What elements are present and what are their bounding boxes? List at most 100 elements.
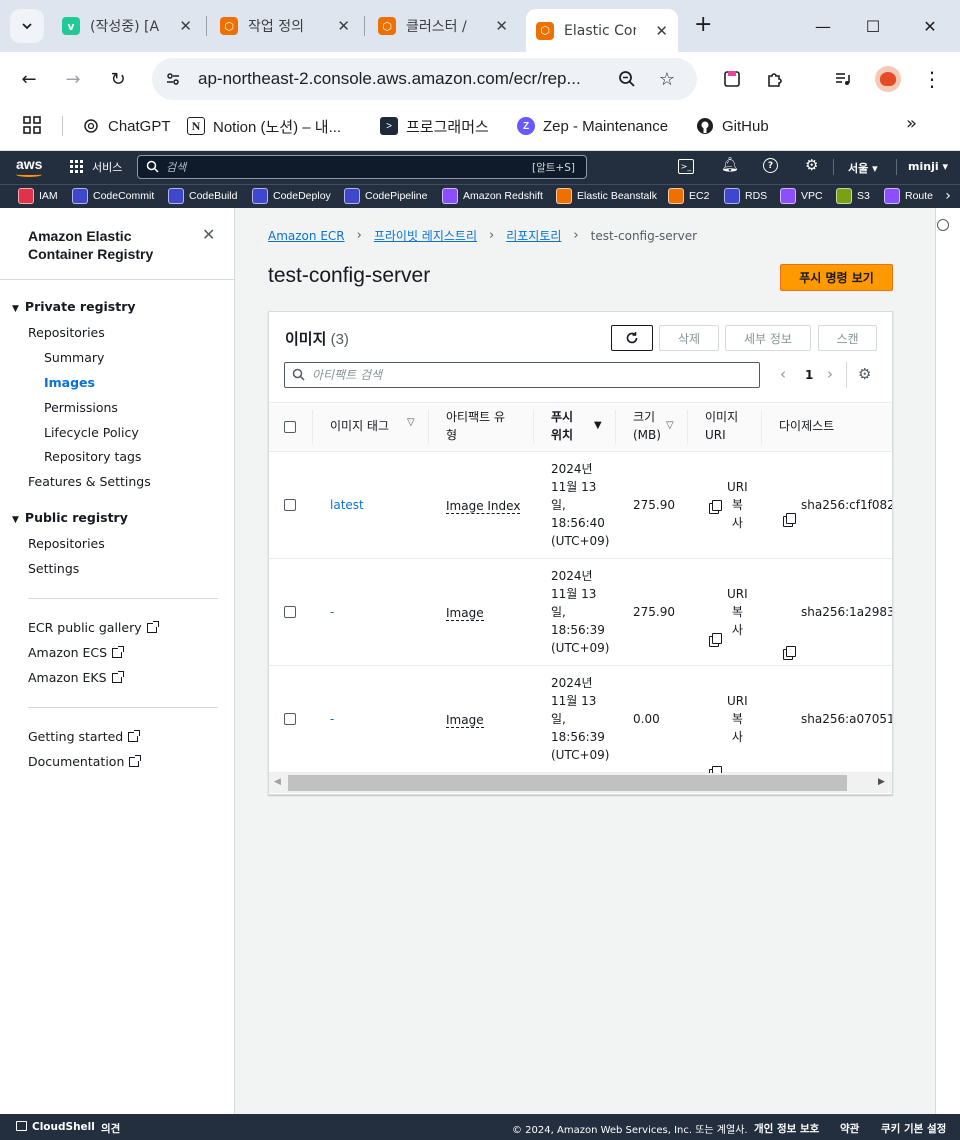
col-header-image-tag[interactable]: 이미지 태그 [330, 417, 389, 435]
scroll-right-icon[interactable]: › [936, 186, 960, 206]
more-bookmarks-button[interactable]: » [906, 113, 917, 134]
scroll-left-icon[interactable]: ◀ [274, 777, 281, 787]
col-header-pushed-at[interactable]: 푸시 위치 [551, 408, 573, 444]
account-menu[interactable]: minji ▾ [908, 160, 948, 173]
nav-permissions[interactable]: Permissions [44, 400, 118, 415]
row-checkbox[interactable] [284, 606, 296, 618]
cloudshell-icon[interactable]: >_ [678, 159, 694, 174]
apps-grid-icon[interactable] [22, 115, 44, 137]
table-settings-gear-icon[interactable]: ⚙ [858, 365, 871, 383]
nav-images[interactable]: Images [44, 375, 95, 390]
zoom-icon[interactable] [612, 64, 642, 94]
bell-icon[interactable]: 🔔︎ [721, 157, 739, 173]
copy-uri-button[interactable]: URI 복 사 [727, 478, 748, 532]
favorite-service-0[interactable]: IAM [18, 187, 58, 205]
bookmark-notion[interactable]: N Notion (노션) – 내... [187, 115, 341, 137]
footer-privacy[interactable]: 개인 정보 보호 [754, 1121, 819, 1136]
favorite-service-8[interactable]: RDS [724, 187, 767, 205]
refresh-button[interactable] [611, 325, 653, 351]
bookmark-programmers[interactable]: > 프로그래머스 [380, 115, 489, 137]
footer-cloudshell[interactable]: CloudShell [32, 1121, 95, 1133]
artifact-type-text[interactable]: Image Index [446, 499, 521, 514]
breadcrumb-private-registry[interactable]: 프라이빗 레지스트리 [374, 227, 477, 244]
favorite-service-10[interactable]: S3 [836, 187, 870, 205]
maximize-button[interactable]: ☐ [858, 14, 888, 38]
region-selector[interactable]: 서울 ▾ [848, 160, 878, 176]
nav-amazon-eks[interactable]: Amazon EKS [28, 670, 124, 685]
favorite-service-9[interactable]: VPC [780, 187, 823, 205]
nav-public-repositories[interactable]: Repositories [28, 536, 105, 551]
prev-page-button[interactable]: ‹ [780, 365, 786, 383]
bookmark-zep[interactable]: Z Zep - Maintenance [517, 115, 668, 137]
minimize-button[interactable]: — [808, 14, 838, 38]
favorite-service-1[interactable]: CodeCommit [72, 187, 154, 205]
browser-tab-3[interactable]: ⬡ 클러스터 / ✕ [368, 9, 518, 43]
delete-button[interactable]: 삭제 [659, 325, 719, 351]
nav-getting-started[interactable]: Getting started [28, 729, 141, 744]
aws-logo[interactable]: aws [16, 156, 42, 172]
new-tab-button[interactable]: + [694, 12, 712, 37]
copy-icon[interactable] [709, 633, 722, 647]
more-menu-icon[interactable]: ⋮ [917, 64, 947, 94]
help-icon[interactable]: ? [763, 158, 778, 173]
favorite-service-2[interactable]: CodeBuild [168, 187, 237, 205]
private-registry-toggle[interactable]: ▼ Private registry [12, 299, 136, 314]
col-header-artifact-type[interactable]: 아티팩트 유 형 [446, 408, 505, 444]
scrollbar-thumb[interactable] [288, 775, 847, 791]
footer-cookies[interactable]: 쿠키 기본 설정 [881, 1121, 946, 1136]
favorite-service-5[interactable]: Amazon Redshift [442, 187, 543, 205]
bookmark-star-icon[interactable]: ☆ [652, 64, 682, 94]
aws-search-input[interactable] [137, 155, 587, 179]
extension-icon[interactable] [717, 64, 747, 94]
footer-terms[interactable]: 약관 [840, 1121, 859, 1136]
services-menu-button[interactable]: 서비스 [70, 159, 122, 175]
nav-repository-tags[interactable]: Repository tags [44, 449, 141, 464]
nav-features-settings[interactable]: Features & Settings [28, 474, 151, 489]
favorite-service-7[interactable]: EC2 [668, 187, 709, 205]
select-all-checkbox[interactable] [284, 421, 296, 433]
view-push-commands-button[interactable]: 푸시 명령 보기 [780, 264, 893, 291]
scan-button[interactable]: 스캔 [818, 325, 877, 351]
gear-icon[interactable]: ⚙ [805, 156, 818, 174]
close-icon[interactable]: ✕ [655, 22, 668, 40]
profile-avatar[interactable] [875, 66, 901, 92]
footer-feedback[interactable]: 의견 [101, 1121, 120, 1136]
browser-tab-1[interactable]: v (작성중) [A ✕ [52, 9, 202, 43]
image-tag-link[interactable]: - [330, 710, 334, 728]
browser-tab-active[interactable]: ⬡ Elastic Con ✕ [526, 9, 678, 52]
close-nav-icon[interactable]: ✕ [202, 225, 215, 244]
copy-icon[interactable] [783, 513, 796, 527]
nav-private-repositories[interactable]: Repositories [28, 325, 105, 340]
artifact-type-text[interactable]: Image [446, 606, 484, 621]
image-tag-link[interactable]: - [330, 603, 334, 621]
favorite-service-11[interactable]: Route [884, 187, 933, 205]
public-registry-toggle[interactable]: ▼ Public registry [12, 510, 128, 525]
bookmark-chatgpt[interactable]: ChatGPT [82, 115, 171, 137]
nav-lifecycle-policy[interactable]: Lifecycle Policy [44, 425, 139, 440]
nav-summary[interactable]: Summary [44, 350, 104, 365]
close-icon[interactable]: ✕ [337, 17, 350, 35]
reload-icon[interactable]: ↻ [103, 64, 133, 94]
artifact-type-text[interactable]: Image [446, 713, 484, 728]
tab-search-button[interactable] [10, 9, 44, 43]
site-settings-icon[interactable] [162, 68, 184, 90]
nav-documentation[interactable]: Documentation [28, 754, 142, 769]
copy-uri-button[interactable]: URI 복 사 [727, 692, 748, 746]
breadcrumb-ecr[interactable]: Amazon ECR [268, 229, 345, 243]
details-button[interactable]: 세부 정보 [725, 325, 811, 351]
close-icon[interactable]: ✕ [179, 17, 192, 35]
back-arrow-icon[interactable]: ← [14, 64, 44, 94]
scroll-right-icon[interactable]: ▶ [878, 777, 885, 787]
media-controls-icon[interactable] [828, 64, 858, 94]
url-text[interactable]: ap-northeast-2.console.aws.amazon.com/ec… [198, 69, 581, 89]
close-icon[interactable]: ✕ [495, 17, 508, 35]
row-checkbox[interactable] [284, 499, 296, 511]
nav-ecr-public-gallery[interactable]: ECR public gallery [28, 620, 159, 635]
forward-arrow-icon[interactable]: → [58, 64, 88, 94]
info-panel-icon[interactable] [937, 219, 949, 231]
copy-icon[interactable] [783, 646, 796, 660]
bookmark-github[interactable]: GitHub [696, 115, 769, 137]
sort-desc-icon[interactable]: ▼ [594, 420, 602, 431]
copy-uri-button[interactable]: URI 복 사 [727, 585, 748, 639]
nav-amazon-ecs[interactable]: Amazon ECS [28, 645, 125, 660]
